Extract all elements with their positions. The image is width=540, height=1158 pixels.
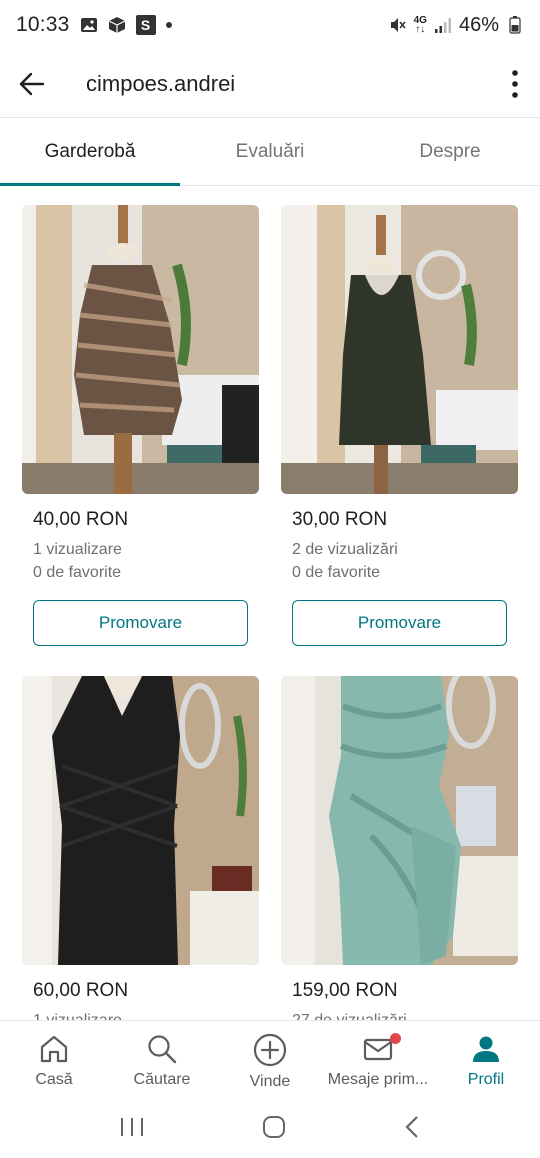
mute-icon <box>389 16 407 34</box>
item-card[interactable]: 40,00 RON 1 vizualizare 0 de favorite Pr… <box>22 205 259 646</box>
nav-search-label: Căutare <box>133 1071 191 1088</box>
s-app-icon: S <box>135 15 156 35</box>
item-price: 40,00 RON <box>33 509 129 530</box>
nav-messages[interactable]: Mesaje prim... <box>324 1021 432 1100</box>
wardrobe-grid: 40,00 RON 1 vizualizare 0 de favorite Pr… <box>22 205 518 1020</box>
item-views: 27 de vizualizări <box>292 1009 518 1020</box>
item-favorites: 0 de favorite <box>292 564 381 581</box>
tab-wardrobe[interactable]: Garderobă <box>0 118 180 186</box>
more-options-button[interactable] <box>490 52 540 116</box>
notification-badge <box>389 1033 401 1044</box>
item-views: 1 vizualizare <box>33 541 122 558</box>
recent-apps-icon <box>120 1117 143 1136</box>
app-header: cimpoes.andrei <box>0 50 540 118</box>
battery-icon <box>506 16 524 34</box>
item-card[interactable]: 60,00 RON 1 vizualizare <box>22 676 259 1020</box>
status-time: 10:33 <box>16 13 70 36</box>
nav-home-label: Casă <box>35 1071 73 1088</box>
promote-button[interactable]: Promovare <box>33 600 248 646</box>
item-photo[interactable] <box>22 205 259 494</box>
nav-profile[interactable]: Profil <box>432 1021 540 1100</box>
tab-reviews[interactable]: Evaluări <box>180 118 360 185</box>
item-views: 2 de vizualizări <box>292 541 398 558</box>
more-vertical-icon <box>512 69 518 98</box>
promote-button[interactable]: Promovare <box>292 600 507 646</box>
home-button[interactable] <box>262 1115 286 1144</box>
item-card[interactable]: 30,00 RON 2 de vizualizări 0 de favorite… <box>281 205 518 646</box>
system-navigation <box>0 1100 540 1158</box>
plus-circle-icon <box>253 1033 287 1067</box>
back-button[interactable] <box>0 52 64 116</box>
system-back-button[interactable] <box>403 1115 421 1144</box>
nav-sell-label: Vinde <box>249 1073 291 1090</box>
network-indicator: 4G ↑↓ <box>413 15 427 35</box>
signal-icon <box>434 16 452 34</box>
home-circle-icon <box>262 1115 285 1138</box>
person-icon <box>473 1036 499 1062</box>
nav-messages-label: Mesaje prim... <box>327 1071 429 1088</box>
item-card[interactable]: 159,00 RON 27 de vizualizări <box>281 676 518 1020</box>
item-photo[interactable] <box>281 205 518 494</box>
nav-search[interactable]: Căutare <box>108 1021 216 1100</box>
chevron-left-icon <box>405 1115 419 1138</box>
nav-sell[interactable]: Vinde <box>216 1021 324 1100</box>
image-icon <box>80 16 98 34</box>
item-photo[interactable] <box>281 676 518 965</box>
status-bar: 10:33 S 4G ↑↓ 46% <box>0 0 540 50</box>
item-photo[interactable] <box>22 676 259 965</box>
item-views: 1 vizualizare <box>33 1009 259 1020</box>
dot-icon <box>165 22 172 28</box>
arrow-left-icon <box>19 72 45 95</box>
package-icon <box>108 16 126 34</box>
profile-tabs: Garderobă Evaluări Despre <box>0 118 540 186</box>
recent-apps-button[interactable] <box>119 1116 145 1143</box>
home-icon <box>40 1035 68 1063</box>
bottom-navigation: Casă Căutare Vinde Mesaje prim... Profil <box>0 1020 540 1100</box>
search-icon <box>148 1035 177 1064</box>
nav-profile-label: Profil <box>467 1071 505 1088</box>
nav-home[interactable]: Casă <box>0 1021 108 1100</box>
item-favorites: 0 de favorite <box>33 564 122 581</box>
tab-about[interactable]: Despre <box>360 118 540 185</box>
battery-percent: 46% <box>458 13 499 36</box>
item-price: 30,00 RON <box>292 509 388 530</box>
item-price: 60,00 RON <box>33 980 129 1001</box>
item-price: 159,00 RON <box>292 980 398 1001</box>
page-title: cimpoes.andrei <box>86 70 236 96</box>
